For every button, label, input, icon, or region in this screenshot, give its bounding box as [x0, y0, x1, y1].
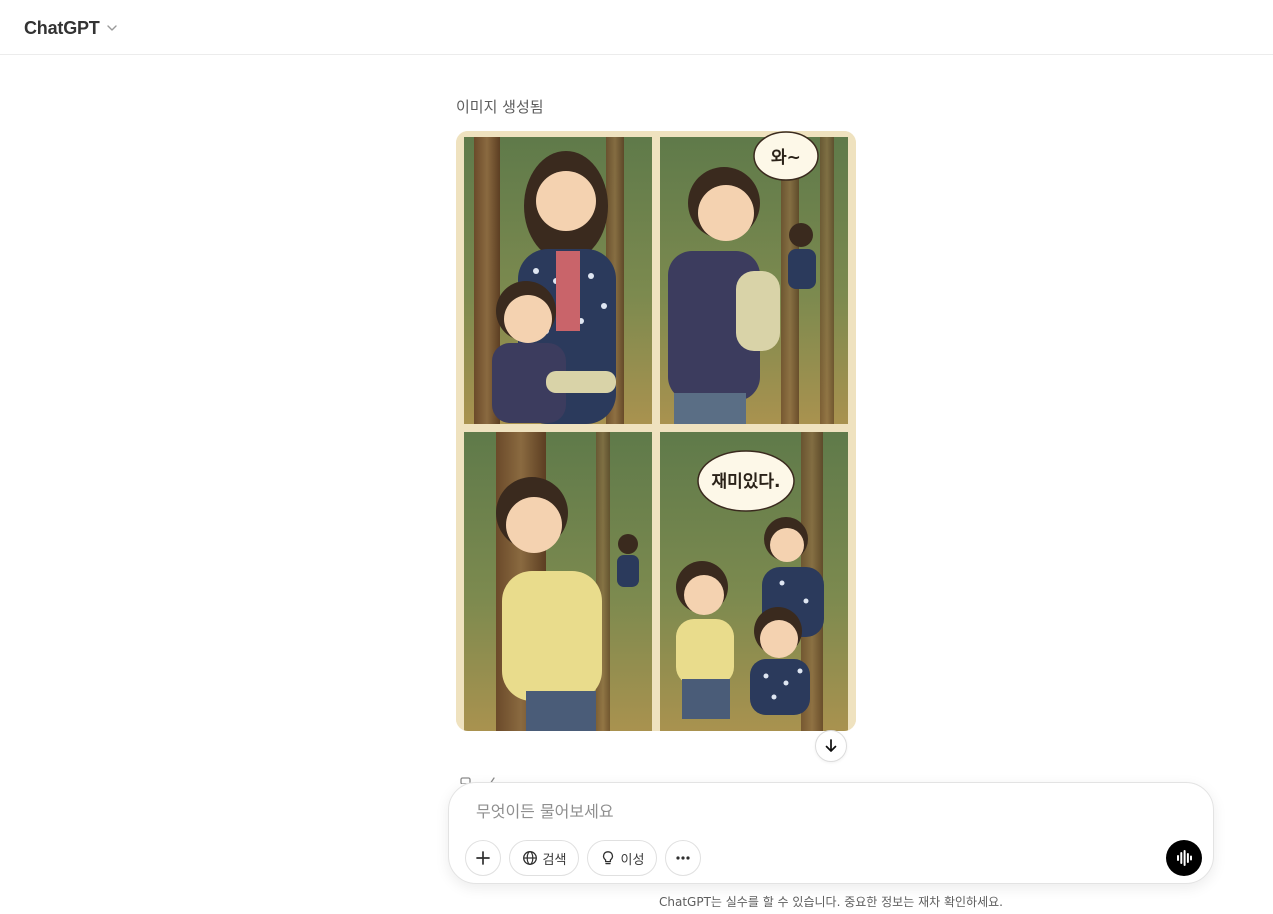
- composer: 검색 이성: [448, 782, 1214, 884]
- disclaimer-text: ChatGPT는 실수를 할 수 있습니다. 중요한 정보는 재차 확인하세요.: [659, 895, 1003, 909]
- more-tools-button[interactable]: [665, 840, 701, 876]
- chevron-down-icon: [106, 25, 117, 31]
- prompt-input[interactable]: [476, 799, 1116, 823]
- image-generated-status: 이미지 생성됨: [456, 98, 544, 116]
- search-button[interactable]: 검색: [509, 840, 579, 876]
- comic-panel-3: [464, 432, 652, 731]
- search-label: 검색: [542, 852, 567, 868]
- globe-icon: [522, 851, 537, 865]
- model-name: ChatGPT: [24, 17, 100, 38]
- comic-panel-1: [464, 137, 652, 424]
- voice-waveform-icon: [1177, 850, 1192, 866]
- generated-comic-image[interactable]: 와~ 재미있다.: [456, 131, 856, 731]
- arrow-down-icon: [825, 739, 837, 752]
- plus-icon: [476, 851, 490, 865]
- reason-label: 이성: [620, 852, 645, 868]
- top-bar: ChatGPT: [0, 0, 1273, 55]
- add-attachment-button[interactable]: [465, 840, 501, 876]
- model-switcher-button[interactable]: ChatGPT: [14, 10, 128, 46]
- ellipsis-icon: [676, 856, 690, 860]
- comic-panel-4: 재미있다.: [660, 432, 848, 731]
- comic-panel-2: 와~: [660, 131, 848, 424]
- lightbulb-icon: [602, 851, 613, 865]
- speech-bubble-1: 와~: [771, 148, 801, 168]
- speech-bubble-2: 재미있다.: [711, 472, 780, 492]
- voice-mode-button[interactable]: [1166, 840, 1202, 876]
- reason-button[interactable]: 이성: [587, 840, 657, 876]
- scroll-to-bottom-button[interactable]: [815, 730, 847, 762]
